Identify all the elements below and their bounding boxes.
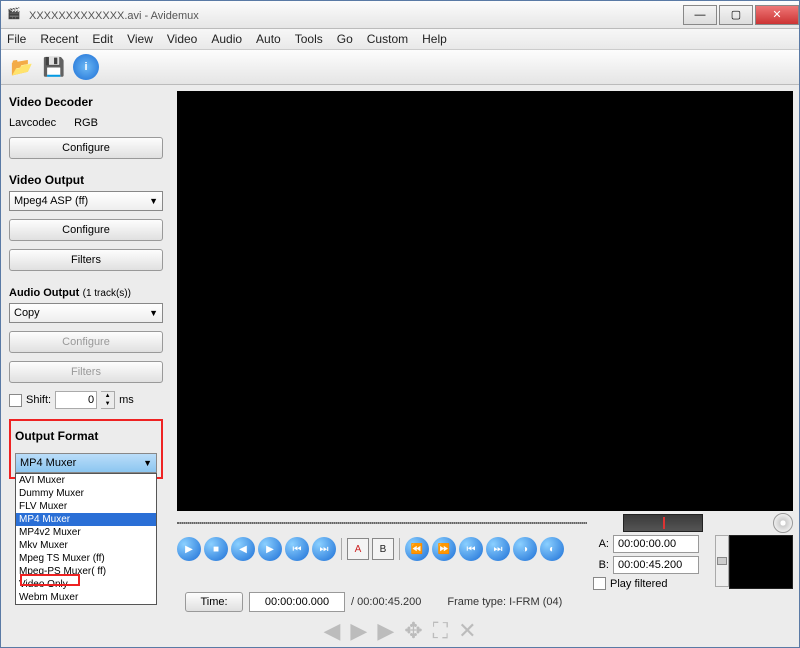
move-icon: ✥ bbox=[404, 618, 422, 644]
last-frame-button[interactable]: ⏭ bbox=[486, 537, 510, 561]
menu-view[interactable]: View bbox=[127, 32, 153, 46]
format-option-mkv[interactable]: Mkv Muxer bbox=[16, 539, 156, 552]
disc-icon[interactable] bbox=[773, 513, 793, 533]
chevron-down-icon: ▼ bbox=[143, 458, 152, 468]
play-filtered-checkbox[interactable] bbox=[593, 577, 606, 590]
separator bbox=[341, 538, 342, 560]
app-window: 🎬 XXXXXXXXXXXXX.avi - Avidemux — ▢ ✕ Fil… bbox=[0, 0, 800, 648]
titlebar[interactable]: 🎬 XXXXXXXXXXXXX.avi - Avidemux — ▢ ✕ bbox=[1, 1, 799, 29]
b-label: B: bbox=[593, 559, 609, 571]
menu-recent[interactable]: Recent bbox=[40, 32, 78, 46]
save-icon[interactable]: 💾 bbox=[41, 54, 67, 80]
goto-b-button[interactable]: ⏩ bbox=[432, 537, 456, 561]
decoder-codec-label: Lavcodec bbox=[9, 117, 56, 129]
format-option-mpegts[interactable]: Mpeg TS Muxer (ff) bbox=[16, 552, 156, 565]
sidebar: Video Decoder Lavcodec RGB Configure Vid… bbox=[1, 85, 171, 647]
main-area: ▶ ■ ◀ ▶ ⏮ ⏭ A B ⏪ ⏩ ⏮ ⏭ ◑ bbox=[171, 85, 799, 647]
video-filters-button[interactable]: Filters bbox=[9, 249, 163, 271]
video-output-dropdown[interactable]: Mpeg4 ASP (ff)▼ bbox=[9, 191, 163, 211]
menu-audio[interactable]: Audio bbox=[211, 32, 242, 46]
first-frame-button[interactable]: ⏮ bbox=[459, 537, 483, 561]
next-black-button[interactable]: ◐ bbox=[540, 537, 564, 561]
volume-slider[interactable] bbox=[715, 535, 729, 587]
menu-video[interactable]: Video bbox=[167, 32, 197, 46]
shift-label: Shift: bbox=[26, 394, 51, 406]
frame-type-label: Frame type: I-FRM (04) bbox=[447, 596, 562, 608]
stop-button[interactable]: ■ bbox=[204, 537, 228, 561]
menu-edit[interactable]: Edit bbox=[92, 32, 113, 46]
video-preview[interactable] bbox=[177, 91, 793, 511]
set-b-button[interactable]: B bbox=[372, 538, 394, 560]
menu-help[interactable]: Help bbox=[422, 32, 447, 46]
format-option-flv[interactable]: FLV Muxer bbox=[16, 500, 156, 513]
jog-indicator[interactable] bbox=[623, 514, 703, 532]
open-icon[interactable]: 📂 bbox=[9, 54, 35, 80]
chevron-down-icon: ▼ bbox=[149, 196, 158, 206]
format-option-webm[interactable]: Webm Muxer bbox=[16, 591, 156, 604]
video-output-title: Video Output bbox=[9, 173, 163, 187]
close-button[interactable]: ✕ bbox=[755, 5, 799, 25]
output-format-dropdown[interactable]: MP4 Muxer▼ AVI Muxer Dummy Muxer FLV Mux… bbox=[15, 453, 157, 473]
audio-scope bbox=[729, 535, 793, 589]
format-option-videoonly[interactable]: Video Only bbox=[16, 578, 156, 591]
arrow-right-icon: ▶ bbox=[377, 618, 394, 644]
window-title: XXXXXXXXXXXXX.avi - Avidemux bbox=[29, 8, 681, 22]
play-filtered-label: Play filtered bbox=[610, 578, 667, 590]
menubar: File Recent Edit View Video Audio Auto T… bbox=[1, 29, 799, 50]
format-option-mp4[interactable]: MP4 Muxer bbox=[16, 513, 156, 526]
format-option-mp4v2[interactable]: MP4v2 Muxer bbox=[16, 526, 156, 539]
format-option-avi[interactable]: AVI Muxer bbox=[16, 474, 156, 487]
shift-input[interactable]: 0 bbox=[55, 391, 97, 409]
toolbar: 📂 💾 i bbox=[1, 50, 799, 85]
play-button[interactable]: ▶ bbox=[177, 537, 201, 561]
prev-frame-button[interactable]: ◀ bbox=[231, 537, 255, 561]
arrow-left-icon: ◀ bbox=[323, 618, 340, 644]
video-decoder-title: Video Decoder bbox=[9, 95, 163, 109]
menu-custom[interactable]: Custom bbox=[367, 32, 408, 46]
menu-auto[interactable]: Auto bbox=[256, 32, 281, 46]
audio-filters-button[interactable]: Filters bbox=[9, 361, 163, 383]
minimize-button[interactable]: — bbox=[683, 5, 717, 25]
shift-unit: ms bbox=[119, 394, 134, 406]
menu-tools[interactable]: Tools bbox=[295, 32, 323, 46]
output-format-section: Output Format MP4 Muxer▼ AVI Muxer Dummy… bbox=[9, 419, 163, 479]
set-a-button[interactable]: A bbox=[347, 538, 369, 560]
audio-output-dropdown[interactable]: Copy▼ bbox=[9, 303, 163, 323]
format-option-mpegps[interactable]: Mpeg-PS Muxer( ff) bbox=[16, 565, 156, 578]
shift-checkbox[interactable] bbox=[9, 394, 22, 407]
play-icon: ▶ bbox=[350, 618, 367, 644]
a-label: A: bbox=[593, 538, 609, 550]
chevron-down-icon: ▼ bbox=[149, 308, 158, 318]
info-icon[interactable]: i bbox=[73, 54, 99, 80]
decoder-configure-button[interactable]: Configure bbox=[9, 137, 163, 159]
decoder-color-label: RGB bbox=[74, 117, 98, 129]
audio-output-title: Audio Output (1 track(s)) bbox=[9, 285, 163, 299]
separator bbox=[399, 538, 400, 560]
a-time-field[interactable]: 00:00:00.00 bbox=[613, 535, 699, 553]
next-keyframe-button[interactable]: ⏭ bbox=[312, 537, 336, 561]
duration-label: / 00:00:45.200 bbox=[351, 596, 421, 608]
menu-go[interactable]: Go bbox=[337, 32, 353, 46]
prev-keyframe-button[interactable]: ⏮ bbox=[285, 537, 309, 561]
next-frame-button[interactable]: ▶ bbox=[258, 537, 282, 561]
overlay-nav: ◀ ▶ ▶ ✥ ⛶ ✕ bbox=[323, 618, 476, 644]
prev-black-button[interactable]: ◑ bbox=[513, 537, 537, 561]
maximize-button[interactable]: ▢ bbox=[719, 5, 753, 25]
format-option-dummy[interactable]: Dummy Muxer bbox=[16, 487, 156, 500]
expand-icon: ⛶ bbox=[433, 618, 448, 644]
menu-file[interactable]: File bbox=[7, 32, 26, 46]
time-button[interactable]: Time: bbox=[185, 592, 243, 612]
app-icon: 🎬 bbox=[7, 7, 23, 23]
output-format-list: AVI Muxer Dummy Muxer FLV Muxer MP4 Muxe… bbox=[15, 473, 157, 605]
close-overlay-icon: ✕ bbox=[458, 618, 476, 644]
audio-configure-button[interactable]: Configure bbox=[9, 331, 163, 353]
video-output-configure-button[interactable]: Configure bbox=[9, 219, 163, 241]
seek-slider[interactable] bbox=[177, 517, 587, 529]
shift-spinner[interactable]: ▲▼ bbox=[101, 391, 115, 409]
output-format-title: Output Format bbox=[15, 429, 157, 443]
goto-a-button[interactable]: ⏪ bbox=[405, 537, 429, 561]
time-field[interactable]: 00:00:00.000 bbox=[249, 592, 345, 612]
b-time-field[interactable]: 00:00:45.200 bbox=[613, 556, 699, 574]
